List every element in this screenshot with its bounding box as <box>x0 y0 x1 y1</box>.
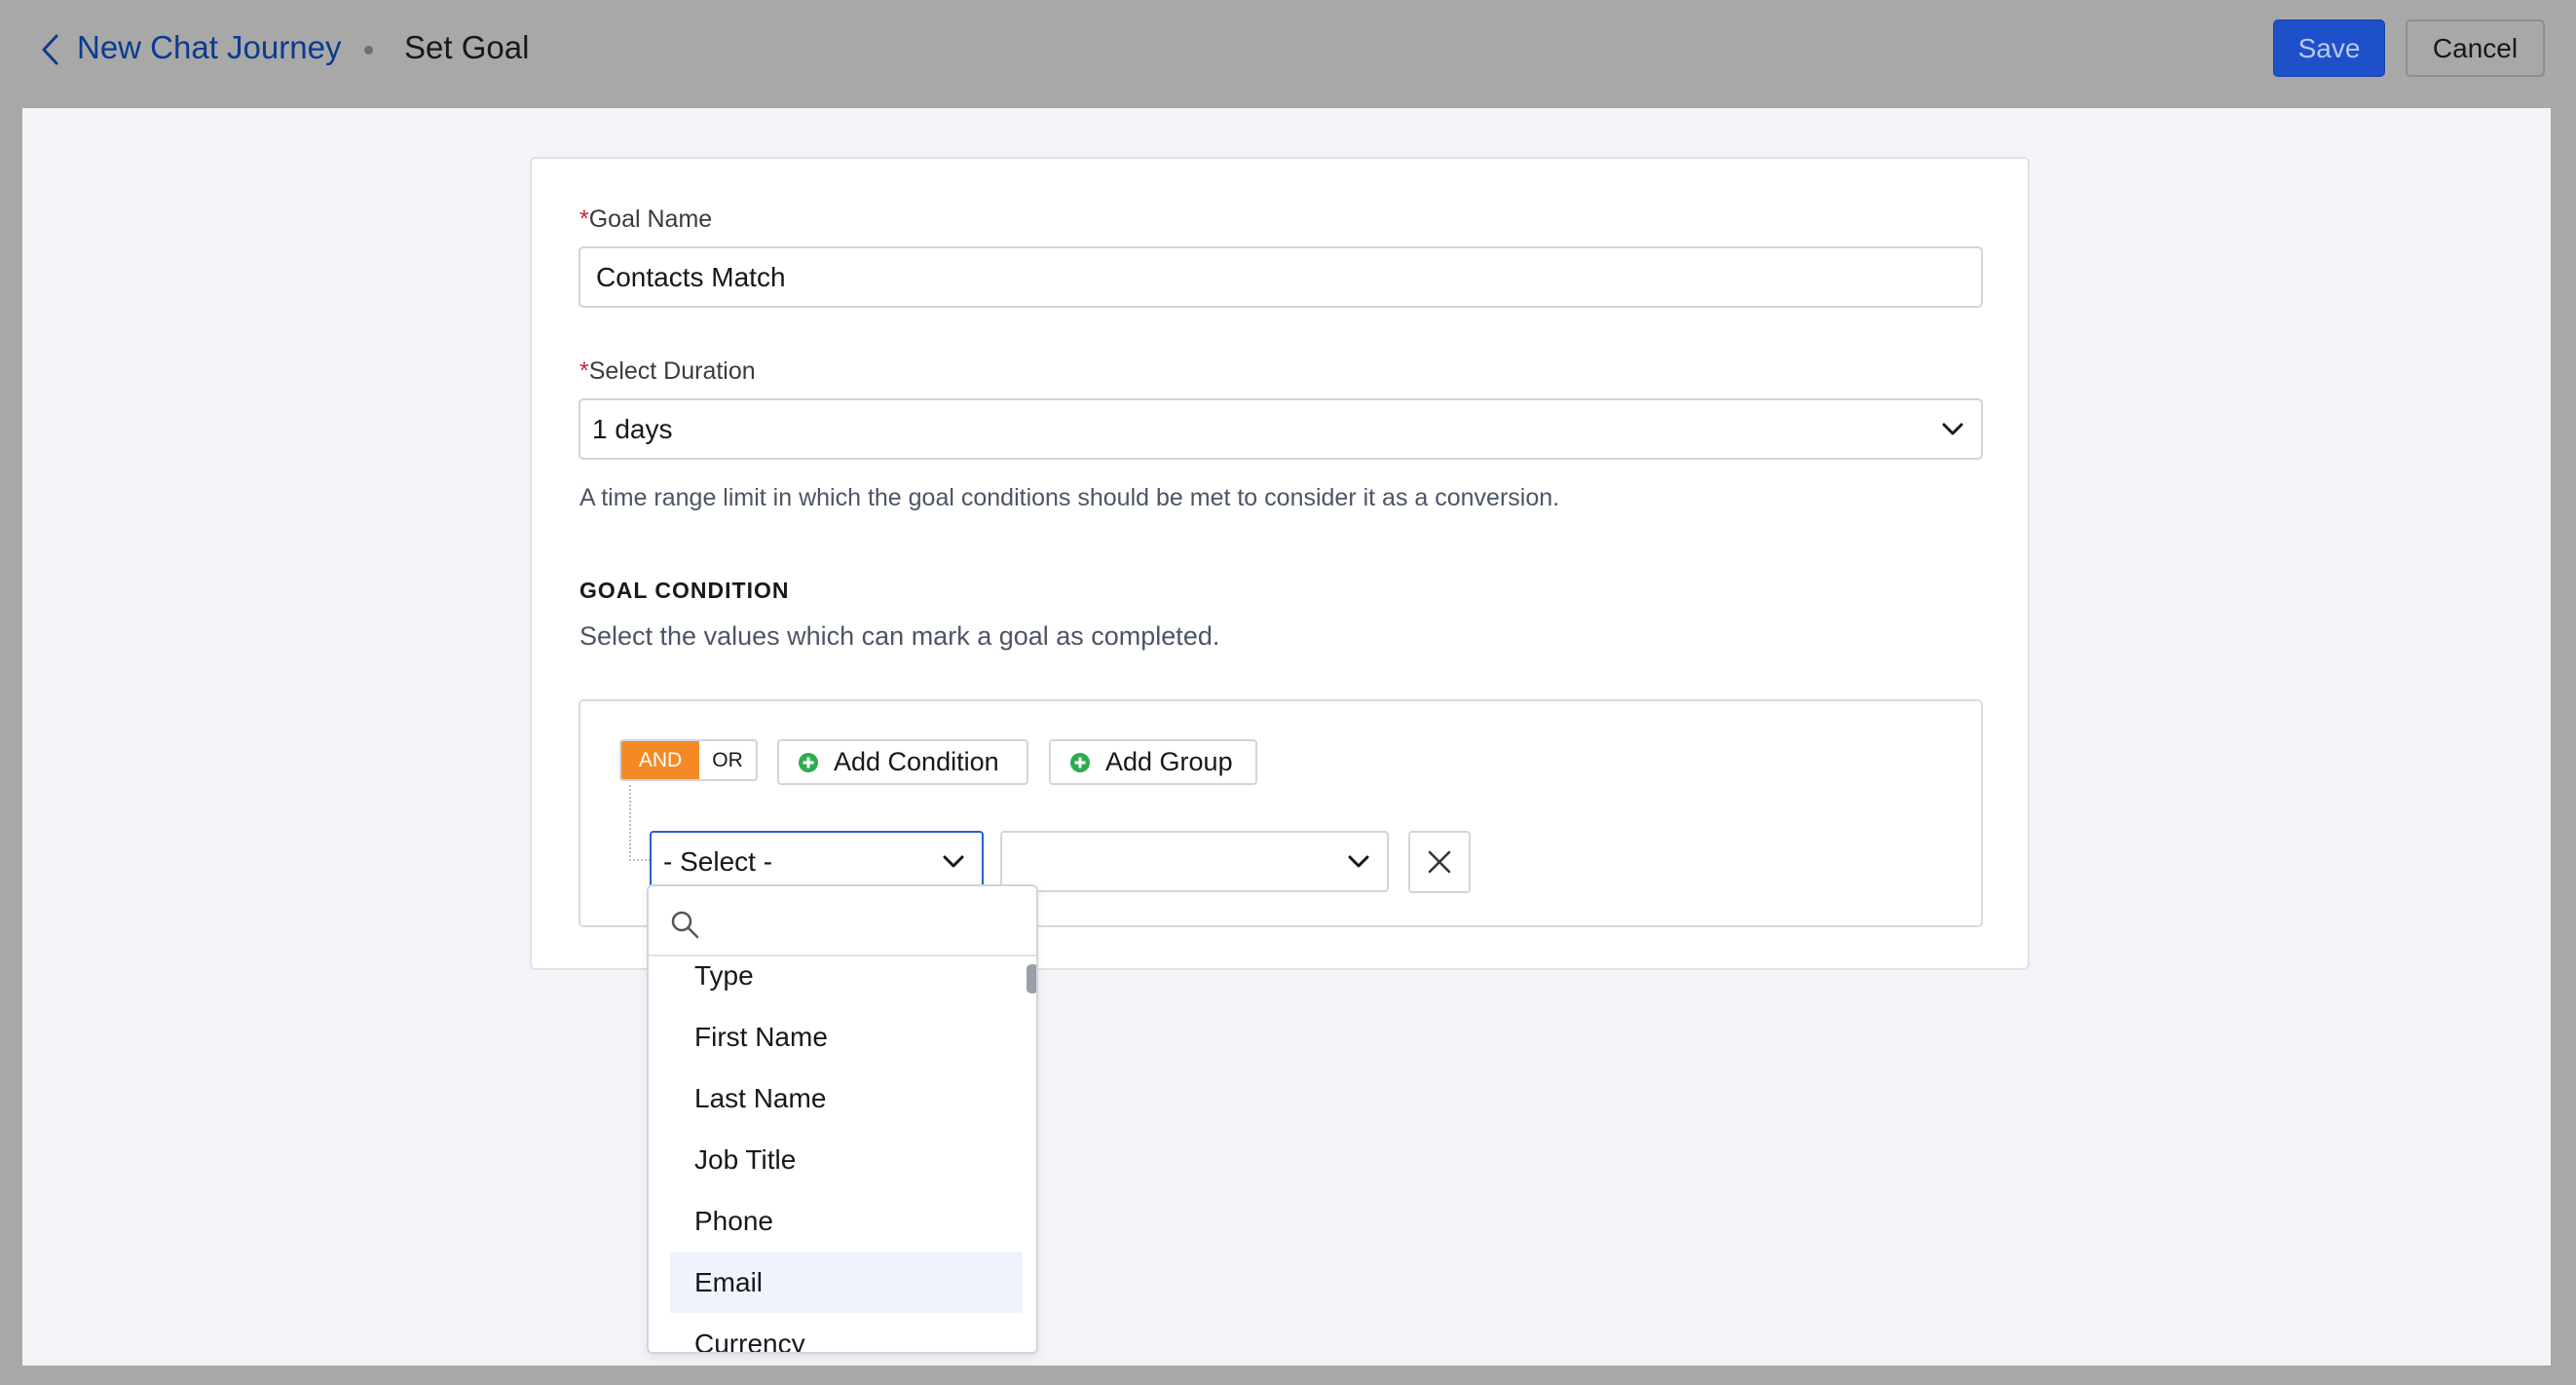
goal-name-input[interactable]: Contacts Match <box>579 246 1983 308</box>
condition-connector-line <box>629 785 651 861</box>
duration-label: *Select Duration <box>579 357 756 386</box>
goal-name-label-text: Goal Name <box>588 206 713 233</box>
breadcrumb-separator <box>364 46 373 55</box>
add-condition-label: Add Condition <box>834 747 999 776</box>
condition-field-value: - Select - <box>663 845 773 877</box>
dropdown-options-list[interactable]: Type First Name Last Name Job Title Phon… <box>649 956 1036 1353</box>
dropdown-option-email[interactable]: Email <box>670 1252 1023 1313</box>
dropdown-option-currency[interactable]: Currency <box>670 1313 1023 1353</box>
save-button[interactable]: Save <box>2273 19 2385 77</box>
dropdown-scrollbar[interactable] <box>1027 964 1036 993</box>
add-condition-button[interactable]: Add Condition <box>777 739 1028 785</box>
chevron-down-icon <box>1348 855 1369 867</box>
chevron-down-icon <box>1942 423 1963 434</box>
condition-field-select[interactable]: - Select - <box>650 831 984 892</box>
goal-name-value: Contacts Match <box>596 261 786 292</box>
cancel-button[interactable]: Cancel <box>2406 19 2545 77</box>
or-toggle-button[interactable]: OR <box>699 741 756 779</box>
close-icon <box>1428 850 1451 874</box>
dropdown-option-first-name[interactable]: First Name <box>670 1006 1023 1067</box>
chevron-down-icon <box>943 855 964 867</box>
add-group-label: Add Group <box>1105 747 1233 776</box>
duration-value: 1 days <box>592 413 673 444</box>
dropdown-option-job-title[interactable]: Job Title <box>670 1129 1023 1190</box>
breadcrumb-parent-link[interactable]: New Chat Journey <box>77 29 341 66</box>
dropdown-option-phone[interactable]: Phone <box>670 1190 1023 1252</box>
plus-circle-icon <box>799 752 818 772</box>
dropdown-option-type[interactable]: Type <box>670 956 1023 1006</box>
required-marker: * <box>579 206 589 233</box>
goal-form-card: *Goal Name Contacts Match *Select Durati… <box>530 157 2030 970</box>
top-bar: New Chat Journey Set Goal Save Cancel <box>0 0 2576 108</box>
condition-operator-select[interactable] <box>1000 831 1389 892</box>
goal-condition-title: GOAL CONDITION <box>579 578 790 603</box>
dropdown-search[interactable] <box>649 886 1036 956</box>
search-icon <box>671 911 699 939</box>
and-toggle-button[interactable]: AND <box>621 741 699 779</box>
goal-condition-subtitle: Select the values which can mark a goal … <box>579 621 1220 651</box>
duration-select[interactable]: 1 days <box>579 398 1983 460</box>
dropdown-option-last-name[interactable]: Last Name <box>670 1067 1023 1129</box>
page-title: Set Goal <box>404 29 530 65</box>
goal-name-label: *Goal Name <box>579 206 712 234</box>
page-content: *Goal Name Contacts Match *Select Durati… <box>22 108 2551 1366</box>
field-dropdown-menu: Type First Name Last Name Job Title Phon… <box>647 884 1038 1354</box>
chevron-left-icon[interactable] <box>37 32 66 67</box>
and-or-toggle: AND OR <box>619 739 758 781</box>
required-marker: * <box>579 357 589 385</box>
plus-circle-icon <box>1070 752 1090 772</box>
duration-label-text: Select Duration <box>588 357 756 385</box>
remove-condition-button[interactable] <box>1408 831 1471 893</box>
add-group-button[interactable]: Add Group <box>1049 739 1257 785</box>
duration-hint: A time range limit in which the goal con… <box>579 484 1560 511</box>
